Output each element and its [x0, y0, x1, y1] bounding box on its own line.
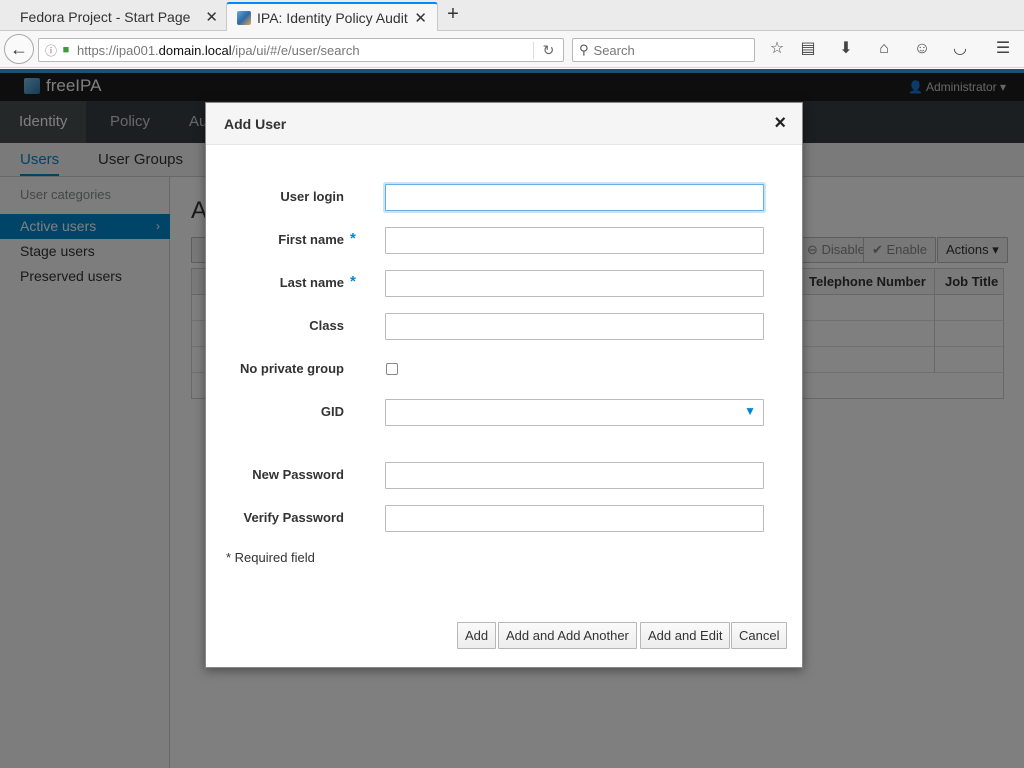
add-and-add-another-button[interactable]: Add and Add Another — [498, 622, 637, 649]
url-prefix: https://ipa001. — [77, 42, 159, 58]
lock-icon: ■ — [62, 44, 70, 56]
search-input[interactable]: ⚲ Search — [572, 38, 755, 62]
first-name-row: First name * — [206, 227, 802, 254]
reload-icon[interactable]: ↻ — [533, 41, 563, 59]
user-login-field[interactable] — [385, 184, 764, 211]
verify-password-label: Verify Password — [243, 510, 344, 525]
new-password-row: New Password — [206, 462, 802, 489]
add-and-edit-button[interactable]: Add and Edit — [640, 622, 731, 649]
downloads-icon[interactable]: ⬇ — [835, 38, 857, 60]
no-private-group-checkbox[interactable] — [386, 363, 398, 375]
cancel-button[interactable]: Cancel — [731, 622, 788, 649]
new-tab-icon[interactable]: + — [442, 3, 464, 26]
no-private-group-row: No private group — [206, 356, 802, 383]
url-text: https://ipa001.domain.local/ipa/ui/#/e/u… — [77, 43, 533, 58]
gid-label: GID — [320, 404, 344, 419]
last-name-label: Last name — [279, 275, 344, 290]
close-tab-icon[interactable]: ✕ — [414, 9, 427, 27]
last-name-field[interactable] — [385, 270, 764, 297]
user-login-label: User login — [280, 189, 344, 204]
chat-icon[interactable]: ☺ — [911, 38, 933, 60]
close-icon[interactable]: × — [774, 112, 786, 135]
verify-password-row: Verify Password — [206, 505, 802, 532]
close-tab-icon[interactable]: ✕ — [205, 8, 218, 26]
url-host: domain.local — [158, 42, 232, 58]
home-icon[interactable]: ⌂ — [873, 38, 895, 60]
back-arrow-icon[interactable]: ← — [4, 34, 34, 64]
chevron-down-icon: ▼ — [744, 404, 756, 418]
browser-nav-bar: ← ⓘ ■ https://ipa001.domain.local/ipa/ui… — [0, 31, 1024, 68]
pocket-icon[interactable]: ◡ — [949, 38, 971, 60]
search-placeholder: Search — [593, 42, 635, 58]
bookmark-star-icon[interactable]: ☆ — [766, 38, 788, 60]
class-field[interactable] — [385, 313, 764, 340]
add-user-dialog: Add User × User login First name * Last … — [205, 102, 803, 668]
search-icon: ⚲ — [579, 42, 589, 57]
reading-list-icon[interactable]: ▤ — [797, 38, 819, 60]
tab-title: IPA: Identity Policy Audit — [257, 9, 408, 26]
tab-title: Fedora Project - Start Page — [20, 8, 191, 25]
address-bar[interactable]: ⓘ ■ https://ipa001.domain.local/ipa/ui/#… — [38, 38, 564, 62]
last-name-row: Last name * — [206, 270, 802, 297]
ipa-favicon-icon — [237, 10, 251, 25]
new-password-label: New Password — [252, 467, 344, 482]
class-label: Class — [309, 318, 344, 333]
first-name-label: First name — [278, 232, 344, 247]
required-asterisk: * — [350, 230, 356, 247]
verify-password-field[interactable] — [385, 505, 764, 532]
gid-select[interactable]: ▼ — [385, 399, 764, 426]
browser-tab-fedora[interactable]: Fedora Project - Start Page ✕ — [10, 2, 228, 31]
dialog-title: Add User — [224, 116, 287, 132]
browser-tab-bar: Fedora Project - Start Page ✕ IPA: Ident… — [0, 0, 1024, 31]
user-login-row: User login — [206, 184, 802, 211]
gid-row: GID ▼ — [206, 399, 802, 426]
add-button[interactable]: Add — [457, 622, 497, 649]
hamburger-menu-icon[interactable]: ☰ — [992, 38, 1014, 60]
first-name-field[interactable] — [385, 227, 764, 254]
browser-tab-ipa[interactable]: IPA: Identity Policy Audit ✕ — [226, 2, 438, 31]
no-private-group-label: No private group — [239, 361, 344, 376]
info-icon[interactable]: ⓘ — [43, 42, 59, 59]
required-field-note: * Required field — [226, 550, 315, 565]
new-password-field[interactable] — [385, 462, 764, 489]
required-asterisk: * — [350, 273, 356, 290]
dialog-header: Add User × — [206, 103, 802, 145]
url-path: /ipa/ui/#/e/user/search — [231, 42, 360, 58]
class-row: Class — [206, 313, 802, 340]
